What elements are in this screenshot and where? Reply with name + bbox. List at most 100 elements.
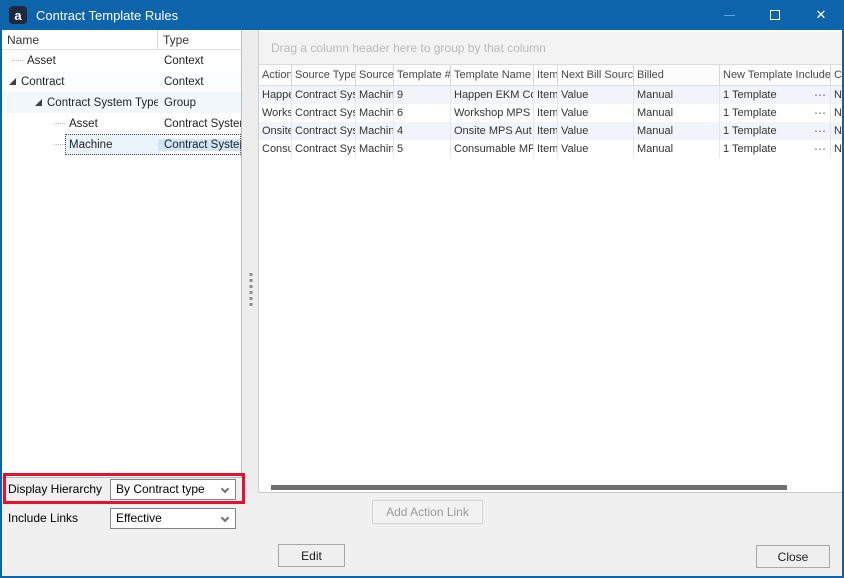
cell-clipped: N [831, 140, 842, 158]
column-header-template-name[interactable]: Template Name [451, 65, 534, 85]
cell-template-number: 5 [394, 140, 451, 158]
tree-row-machine-selected[interactable]: Machine Contract System [2, 134, 241, 155]
group-by-hint: Drag a column header here to group by th… [271, 41, 546, 55]
cell-source: Machin [356, 140, 394, 158]
column-header-action[interactable]: Action [259, 65, 292, 85]
window-title: Contract Template Rules [36, 8, 178, 23]
cell-template-number: 6 [394, 104, 451, 122]
column-header-source[interactable]: Source [356, 65, 394, 85]
cell-item: Item [534, 104, 558, 122]
column-header-clipped[interactable]: C [831, 65, 842, 85]
include-links-value: Effective [116, 511, 162, 525]
grid-row[interactable]: Worksl Contract Sys Machin 6 Workshop MP… [259, 104, 842, 122]
grid-row[interactable]: Onsite Contract Sys Machin 4 Onsite MPS … [259, 122, 842, 140]
display-hierarchy-label: Display Hierarchy [8, 479, 102, 500]
maximize-icon [770, 10, 780, 20]
expander-icon[interactable] [9, 78, 16, 85]
cell-item: Item [534, 122, 558, 140]
cell-new-template-includes: 1 Template [723, 89, 777, 101]
cell-billed: Manual [634, 86, 720, 104]
cell-action: Happe [259, 86, 292, 104]
app-icon: a [9, 6, 27, 24]
cell-next-bill-source: Value [558, 104, 634, 122]
cell-new-template-includes: 1 Template [723, 143, 777, 155]
tree-label: Machine [69, 139, 112, 151]
tree-type: Context [158, 55, 241, 67]
hierarchy-tree: Name Type Asset Context Contract Context… [2, 30, 242, 478]
maximize-button[interactable] [752, 0, 798, 30]
column-header-billed[interactable]: Billed [634, 65, 720, 85]
grid-header-row: Action Source Type Source Template # Tem… [259, 64, 842, 86]
tree-type: Contract System [158, 139, 241, 151]
cell-next-bill-source: Value [558, 140, 634, 158]
close-button[interactable]: ✕ [798, 0, 844, 30]
cell-action: Consu [259, 140, 292, 158]
tree-type: Context [158, 76, 241, 88]
cell-source-type: Contract Sys [292, 104, 356, 122]
chevron-down-icon [221, 485, 229, 493]
display-hierarchy-select[interactable]: By Contract type [110, 479, 236, 500]
tree-type: Contract System [158, 118, 241, 130]
add-action-link-button[interactable]: Add Action Link [372, 500, 483, 524]
minimize-button[interactable] [706, 0, 752, 30]
tree-header-name[interactable]: Name [2, 30, 158, 49]
tree-row-asset[interactable]: Asset Context [2, 50, 241, 71]
cell-new-template-includes: 1 Template [723, 107, 777, 119]
close-dialog-button[interactable]: Close [756, 545, 830, 568]
titlebar[interactable]: a Contract Template Rules ✕ [0, 0, 844, 30]
cell-source-type: Contract Sys [292, 122, 356, 140]
tree-label: Contract [21, 76, 64, 88]
minimize-icon [724, 15, 735, 16]
tree-label: Asset [27, 55, 56, 67]
panel-splitter[interactable] [243, 30, 258, 493]
grid-row[interactable]: Consu Contract Sys Machin 5 Consumable M… [259, 140, 842, 158]
tree-row-contract-system-type[interactable]: Contract System Type Group [2, 92, 241, 113]
cell-template-name: Workshop MPS [451, 104, 534, 122]
column-header-template-number[interactable]: Template # [394, 65, 451, 85]
cell-billed: Manual [634, 140, 720, 158]
cell-source-type: Contract Sys [292, 140, 356, 158]
cell-clipped: N [831, 86, 842, 104]
expander-icon[interactable] [35, 99, 42, 106]
cell-template-name: Consumable MP [451, 140, 534, 158]
tree-type: Group [158, 97, 241, 109]
cell-template-number: 9 [394, 86, 451, 104]
column-header-new-template-includes[interactable]: New Template Includes [720, 65, 831, 85]
cell-source: Machin [356, 86, 394, 104]
dialog-window: a Contract Template Rules ✕ Name Type As… [0, 0, 844, 578]
group-by-panel[interactable]: Drag a column header here to group by th… [259, 32, 842, 64]
column-header-next-bill-source[interactable]: Next Bill Source [558, 65, 634, 85]
column-header-source-type[interactable]: Source Type [292, 65, 356, 85]
cell-source-type: Contract Sys [292, 86, 356, 104]
display-hierarchy-value: By Contract type [116, 482, 205, 496]
cell-billed: Manual [634, 122, 720, 140]
cell-source: Machin [356, 122, 394, 140]
cell-template-number: 4 [394, 122, 451, 140]
include-links-select[interactable]: Effective [110, 508, 236, 529]
tree-connector [12, 60, 23, 61]
horizontal-scrollbar-thumb[interactable] [271, 485, 787, 490]
chevron-down-icon [221, 514, 229, 522]
rules-grid: Drag a column header here to group by th… [258, 30, 842, 493]
cell-next-bill-source: Value [558, 86, 634, 104]
cell-new-template-includes: 1 Template [723, 125, 777, 137]
close-icon: ✕ [816, 7, 827, 23]
tree-connector [54, 123, 65, 124]
splitter-grip-icon [249, 270, 252, 309]
tree-header-type[interactable]: Type [158, 30, 241, 49]
tree-row-contract[interactable]: Contract Context [2, 71, 241, 92]
edit-button[interactable]: Edit [278, 544, 345, 567]
tree-connector [54, 144, 65, 145]
tree-row-asset-child[interactable]: Asset Contract System [2, 113, 241, 134]
grid-row[interactable]: Happe Contract Sys Machin 9 Happen EKM C… [259, 86, 842, 104]
ellipsis-button[interactable]: ⋯ [810, 106, 827, 120]
cell-action: Worksl [259, 104, 292, 122]
ellipsis-button[interactable]: ⋯ [810, 142, 827, 156]
ellipsis-button[interactable]: ⋯ [810, 88, 827, 102]
ellipsis-button[interactable]: ⋯ [810, 124, 827, 138]
cell-clipped: N [831, 122, 842, 140]
column-header-item[interactable]: Item [534, 65, 558, 85]
cell-billed: Manual [634, 104, 720, 122]
cell-item: Item [534, 140, 558, 158]
cell-source: Machin [356, 104, 394, 122]
